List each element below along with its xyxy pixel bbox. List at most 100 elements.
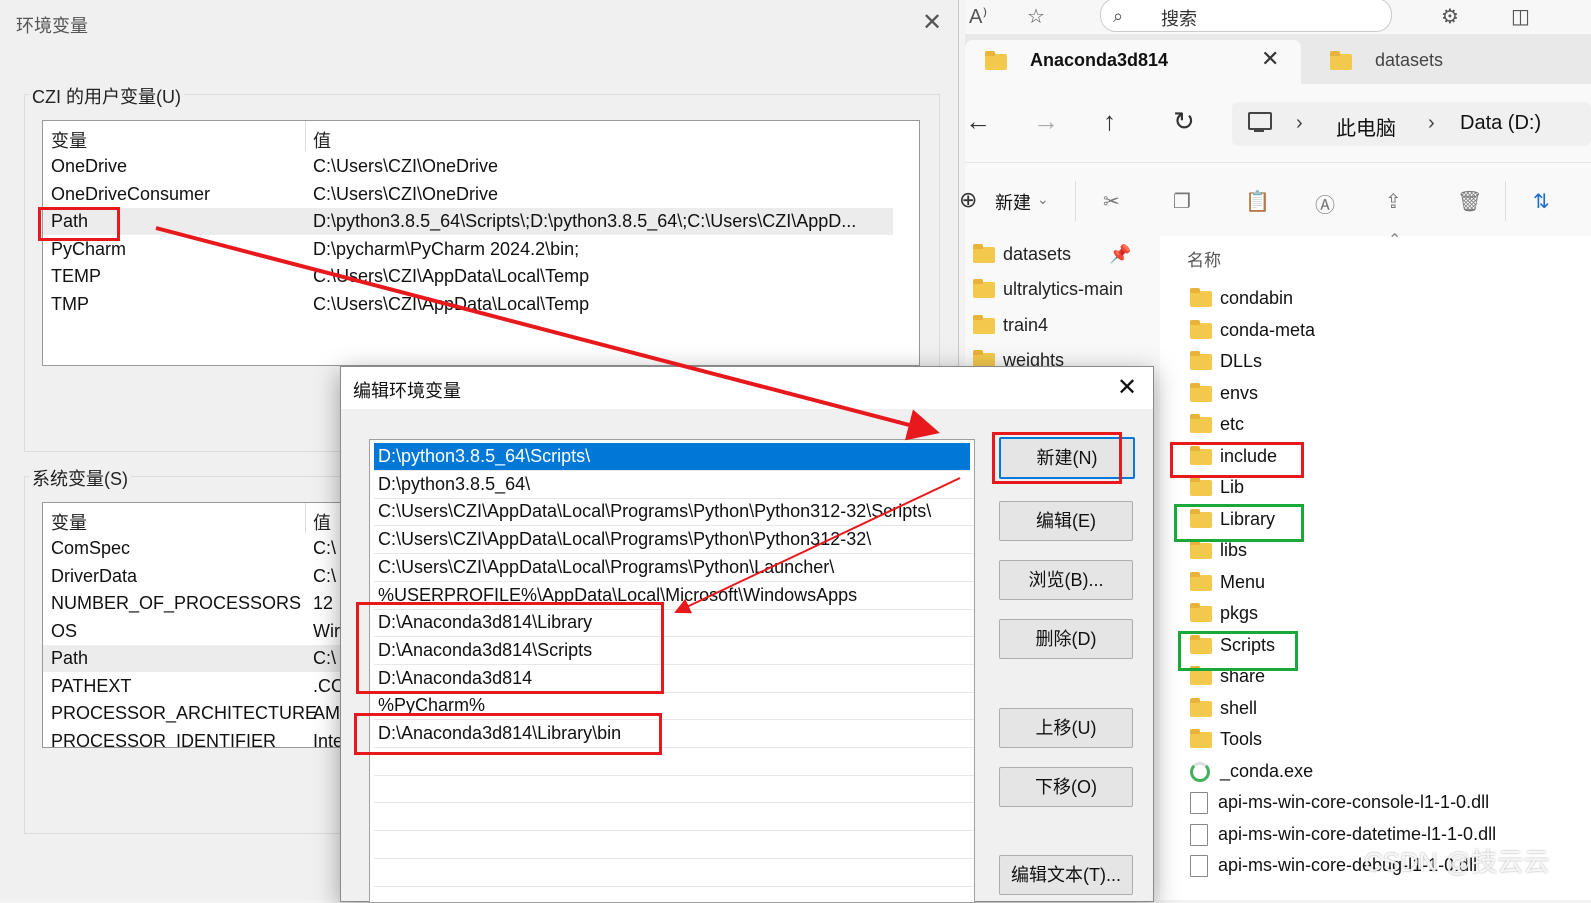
move-up-button[interactable]: 上移(U) <box>999 708 1133 748</box>
file-row[interactable]: api-ms-win-core-console-l1-1-0.dll <box>1190 792 1489 822</box>
chevron-right-icon[interactable]: › <box>1428 112 1435 135</box>
dialog-title: 编辑环境变量 <box>353 381 461 401</box>
column-header-value[interactable]: 值 <box>313 509 331 535</box>
nav-item-label: ultralytics-main <box>1003 279 1124 299</box>
refresh-icon[interactable]: ↻ <box>1173 106 1195 137</box>
file-row[interactable]: DLLs <box>1190 351 1262 381</box>
folder-icon <box>1190 414 1212 434</box>
nav-item-ultralytics-main[interactable]: ultralytics-main <box>973 279 1123 300</box>
path-entry[interactable]: C:\Users\CZI\AppData\Local\Programs\Pyth… <box>374 498 974 527</box>
up-arrow-icon[interactable]: ↑ <box>1103 106 1116 137</box>
tab-anaconda3d814[interactable]: Anaconda3d814 ✕ <box>965 40 1301 84</box>
user-variables-list[interactable]: 变量 值 OneDrive C:\Users\CZI\OneDrive OneDri… <box>42 120 920 366</box>
file-row[interactable]: libs <box>1190 540 1247 570</box>
table-row[interactable]: TEMP C:\Users\CZI\AppData\Local\Temp <box>43 263 893 290</box>
variable-name: TEMP <box>51 266 102 286</box>
table-row[interactable]: Path D:\python3.8.5_64\Scripts\;D:\python… <box>43 208 893 235</box>
path-entry[interactable]: C:\Users\CZI\AppData\Local\Programs\Pyth… <box>374 554 974 582</box>
split-screen-icon[interactable]: ◫ <box>1511 4 1530 29</box>
variable-value: D:\python3.8.5_64\Scripts\;D:\python3.8.… <box>313 211 857 231</box>
column-header-variable[interactable]: 变量 <box>51 127 87 153</box>
folder-icon <box>973 279 995 299</box>
sort-icon[interactable]: ⇅ <box>1533 189 1550 214</box>
pin-icon[interactable]: 📌 <box>1109 244 1131 265</box>
empty-path-entry[interactable] <box>374 859 974 887</box>
close-icon[interactable]: ✕ <box>1117 373 1137 402</box>
file-row[interactable]: Menu <box>1190 572 1265 602</box>
file-row[interactable]: pkgs <box>1190 603 1258 633</box>
path-entry[interactable]: D:\python3.8.5_64\ <box>374 471 974 499</box>
toolbar-divider <box>1075 181 1076 221</box>
variable-name: ComSpec <box>51 538 131 558</box>
forward-arrow-icon[interactable]: → <box>1033 106 1059 137</box>
nav-item-train4[interactable]: train4 <box>973 315 1048 336</box>
cut-icon[interactable]: ✂ <box>1103 189 1120 214</box>
column-header-value[interactable]: 值 <box>313 127 331 153</box>
copy-icon[interactable]: ❐ <box>1173 189 1191 214</box>
empty-path-entry[interactable] <box>374 775 974 804</box>
annotation-box-anaconda-paths <box>356 602 664 694</box>
chevron-down-icon[interactable]: ⌄ <box>1037 191 1049 208</box>
variable-value: C:\ <box>313 538 337 558</box>
paste-icon[interactable]: 📋 <box>1245 189 1270 214</box>
file-row[interactable]: _conda.exe <box>1190 761 1313 791</box>
file-row[interactable]: Lib <box>1190 477 1244 507</box>
file-name: _conda.exe <box>1220 760 1314 781</box>
file-row[interactable]: etc <box>1190 414 1244 444</box>
breadcrumb-this-pc[interactable]: 此电脑 <box>1336 112 1396 141</box>
favorite-star-icon[interactable]: ☆ <box>1027 4 1045 29</box>
annotation-box-new-button <box>992 432 1122 484</box>
delete-button[interactable]: 删除(D) <box>999 619 1133 659</box>
new-button-label[interactable]: 新建 <box>995 189 1031 215</box>
variable-name: PyCharm <box>51 238 127 259</box>
table-row[interactable]: OneDriveConsumer C:\Users\CZI\OneDrive <box>43 181 893 208</box>
file-name: etc <box>1220 414 1245 434</box>
file-row[interactable]: shell <box>1190 698 1257 728</box>
path-entry[interactable]: C:\Users\CZI\AppData\Local\Programs\Pyth… <box>374 526 974 555</box>
table-row[interactable]: TMP C:\Users\CZI\AppData\Local\Temp <box>43 291 893 318</box>
browse-button[interactable]: 浏览(B)... <box>999 560 1133 600</box>
close-tab-icon[interactable]: ✕ <box>1261 46 1279 72</box>
browser-search-box[interactable]: ⌕ 搜索 <box>1100 0 1392 32</box>
file-row[interactable]: envs <box>1190 383 1258 413</box>
nav-item-label: datasets <box>1003 244 1072 264</box>
plus-circle-icon[interactable]: ⊕ <box>959 187 977 213</box>
back-arrow-icon[interactable]: ← <box>965 106 991 137</box>
breadcrumb-drive-d[interactable]: Data (D:) <box>1460 112 1541 135</box>
tab-datasets[interactable]: datasets <box>1310 40 1591 84</box>
search-icon: ⌕ <box>1113 6 1124 26</box>
file-row[interactable]: condabin <box>1190 288 1293 318</box>
rename-icon[interactable]: Ⓐ <box>1315 189 1335 218</box>
chevron-right-icon[interactable]: › <box>1296 112 1303 135</box>
table-row[interactable]: PyCharm D:\pycharm\PyCharm 2024.2\bin; <box>43 236 893 263</box>
delete-icon[interactable]: 🗑 <box>1457 189 1482 214</box>
close-icon[interactable]: ✕ <box>922 8 942 37</box>
share-icon[interactable]: ⇪ <box>1385 189 1402 214</box>
move-down-button[interactable]: 下移(O) <box>999 767 1133 807</box>
variable-name: OneDriveConsumer <box>51 183 211 204</box>
dialog-title-bar: 编辑环境变量 ✕ <box>341 367 1153 409</box>
file-name: conda-meta <box>1220 319 1316 340</box>
folder-icon <box>973 315 995 335</box>
empty-path-entry[interactable] <box>374 803 974 832</box>
read-aloud-icon[interactable]: A⁾ <box>969 4 987 29</box>
nav-item-datasets[interactable]: datasets 📌 <box>973 244 1131 265</box>
file-row[interactable]: conda-meta <box>1190 320 1315 350</box>
table-row[interactable]: OneDrive C:\Users\CZI\OneDrive <box>43 153 893 180</box>
edit-button[interactable]: 编辑(E) <box>999 501 1133 541</box>
address-bar[interactable]: › 此电脑 › Data (D:) <box>1232 102 1591 146</box>
file-row[interactable]: Tools <box>1190 729 1262 759</box>
this-pc-icon <box>1248 112 1272 132</box>
column-divider <box>305 503 306 533</box>
column-header-name[interactable]: 名称 <box>1187 246 1221 271</box>
extensions-icon[interactable]: ⚙ <box>1441 4 1459 29</box>
path-entry[interactable]: D:\python3.8.5_64\Scripts\ <box>374 443 970 471</box>
path-entry-text: C:\Users\CZI\AppData\Local\Programs\Pyth… <box>378 501 932 522</box>
empty-path-entry[interactable] <box>374 831 974 859</box>
scrollbar[interactable] <box>893 121 919 365</box>
column-divider <box>305 121 306 151</box>
folder-icon <box>1330 51 1352 70</box>
column-header-variable[interactable]: 变量 <box>51 509 87 535</box>
edit-text-button[interactable]: 编辑文本(T)... <box>999 855 1133 895</box>
variable-name: PROCESSOR_ARCHITECTURE <box>51 703 318 723</box>
